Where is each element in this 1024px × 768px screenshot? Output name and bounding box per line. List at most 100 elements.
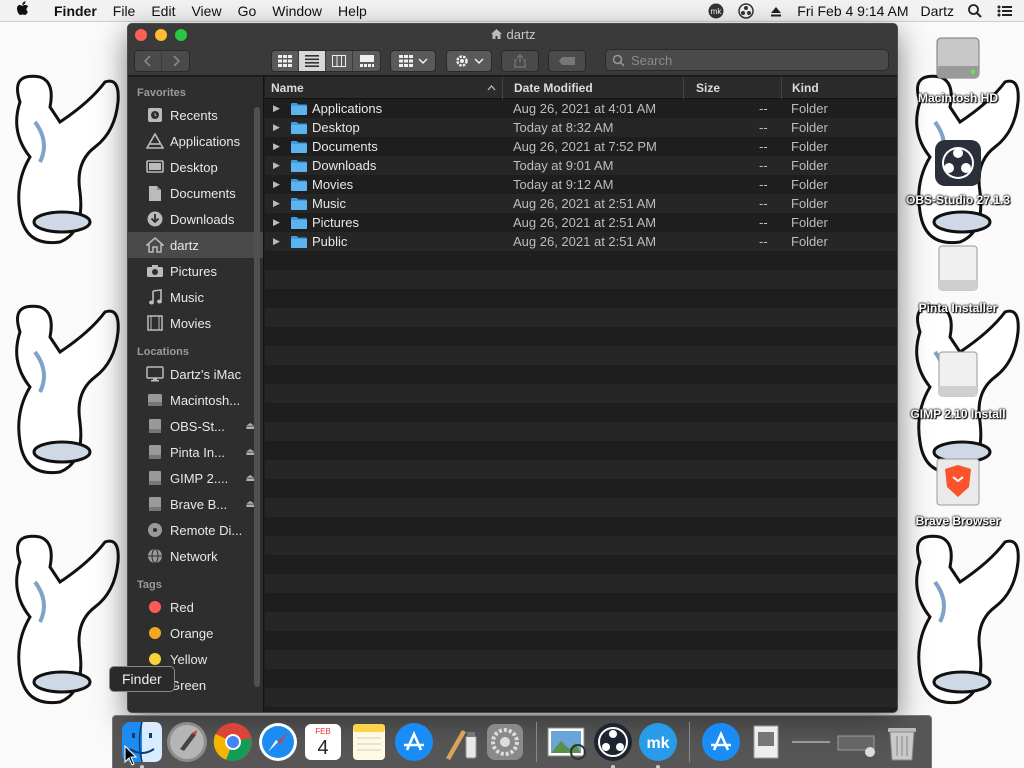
disclosure-triangle-icon[interactable]: ▶ [273,217,291,228]
menu-app-name[interactable]: Finder [46,3,105,19]
folder-icon [291,236,307,248]
column-view-button[interactable] [326,51,353,71]
menu-user[interactable]: Dartz [921,3,954,19]
sidebar-item-pictures[interactable]: Pictures [128,258,263,284]
sidebar-tag-red[interactable]: Red [128,594,263,620]
column-header-name[interactable]: Name [265,77,503,99]
table-row[interactable]: ▶ Music Aug 26, 2021 at 2:51 AM -- Folder [265,194,897,213]
eject-status-icon[interactable] [767,2,785,20]
table-row[interactable]: ▶ Downloads Today at 9:01 AM -- Folder [265,156,897,175]
dock-launchpad[interactable] [165,720,208,764]
disclosure-triangle-icon[interactable]: ▶ [273,198,291,209]
group-by-button[interactable] [390,50,436,72]
column-header-date[interactable]: Date Modified [503,77,684,99]
desktop-icon-obs-studio[interactable]: OBS-Studio 27.1.3 [903,138,1013,207]
share-button[interactable] [501,50,539,72]
dock-chrome[interactable] [211,720,254,764]
sidebar-item-brave-browser[interactable]: Brave B... ⏏ [128,491,263,517]
apple-icon[interactable] [0,0,46,21]
sidebar-item-movies[interactable]: Movies [128,310,263,336]
dock-mk[interactable]: mk [636,720,679,768]
icon-view-button[interactable] [272,51,299,71]
desktop-icon-brave-browser[interactable]: Brave Browser [903,455,1013,528]
column-header-size[interactable]: Size [684,77,782,99]
applications-icon [145,132,165,150]
menu-window[interactable]: Window [264,3,330,19]
sidebar-item-recents[interactable]: Recents [128,102,263,128]
sidebar-item-dartz[interactable]: dartz [128,232,263,258]
chevron-right-icon [172,55,180,67]
menu-go[interactable]: Go [230,3,265,19]
sidebar-item-imac[interactable]: Dartz's iMac [128,361,263,387]
list-view-button[interactable] [299,51,326,71]
disclosure-triangle-icon[interactable]: ▶ [273,141,291,152]
sidebar-tag-orange[interactable]: Orange [128,620,263,646]
sidebar-item-obs-studio[interactable]: OBS-St... ⏏ [128,413,263,439]
desktop-icon-gimp-install[interactable]: GIMP 2.10 Install [903,348,1013,421]
gallery-view-button[interactable] [353,51,380,71]
notification-center-icon[interactable] [996,2,1014,20]
desktop-icon-pinta-installer[interactable]: Pinta Installer [903,242,1013,315]
disclosure-triangle-icon[interactable]: ▶ [273,103,291,114]
dock-documents-stack[interactable] [744,720,787,764]
sidebar-item-network[interactable]: Network [128,543,263,569]
dock-app-store[interactable] [392,720,435,764]
menu-clock[interactable]: Fri Feb 4 9:14 AM [797,3,908,19]
sidebar-item-label: OBS-St... [170,418,225,434]
sidebar-item-applications[interactable]: Applications [128,128,263,154]
dock-preview-tools[interactable] [438,720,481,764]
disclosure-triangle-icon[interactable]: ▶ [273,179,291,190]
disclosure-triangle-icon[interactable]: ▶ [273,160,291,171]
column-header-kind[interactable]: Kind [782,77,897,99]
menu-edit[interactable]: Edit [143,3,183,19]
dock-safari[interactable] [256,720,299,764]
search-field[interactable] [605,49,889,71]
sidebar-item-music[interactable]: Music [128,284,263,310]
dock-obs[interactable] [591,720,634,768]
table-row[interactable]: ▶ Movies Today at 9:12 AM -- Folder [265,175,897,194]
dock-system-preferences[interactable] [483,720,526,764]
menu-file[interactable]: File [105,3,144,19]
sidebar-section-locations: Locations [137,346,189,358]
back-button[interactable] [135,51,162,71]
sidebar-scrollbar[interactable] [254,107,260,687]
table-row[interactable]: ▶ Public Aug 26, 2021 at 2:51 AM -- Folder [265,232,897,251]
action-menu-button[interactable] [446,50,492,72]
dock-downloads-stack[interactable] [790,720,833,764]
forward-button[interactable] [162,51,189,71]
sidebar-item-pinta-installer[interactable]: Pinta In... ⏏ [128,439,263,465]
sidebar-item-gimp-install[interactable]: GIMP 2.... ⏏ [128,465,263,491]
dock-notes[interactable] [347,720,390,764]
title-bar[interactable]: dartz [128,24,897,76]
empty-row [265,289,897,308]
preview-icon [547,727,587,760]
empty-row [265,479,897,498]
sidebar-item-desktop[interactable]: Desktop [128,154,263,180]
search-input[interactable] [631,52,871,68]
menu-help[interactable]: Help [330,3,375,19]
disclosure-triangle-icon[interactable]: ▶ [273,236,291,247]
desktop-icon-macintosh-hd[interactable]: Macintosh HD [903,30,1013,105]
tags-button[interactable] [548,50,586,72]
sidebar-item-documents[interactable]: Documents [128,180,263,206]
table-row[interactable]: ▶ Desktop Today at 8:32 AM -- Folder [265,118,897,137]
table-row[interactable]: ▶ Applications Aug 26, 2021 at 4:01 AM -- Fo… [265,99,897,118]
dock-calendar[interactable]: FEB 4 [302,720,345,764]
menu-view[interactable]: View [183,3,229,19]
dock-applications-stack[interactable] [699,720,742,764]
app-store-icon [395,723,434,761]
view-mode-switcher [271,50,381,72]
dock-preview[interactable] [546,720,589,764]
sidebar-item-downloads[interactable]: Downloads [128,206,263,232]
table-row[interactable]: ▶ Documents Aug 26, 2021 at 7:52 PM -- Folde… [265,137,897,156]
dock-trash[interactable] [880,720,923,764]
trash-icon [888,728,917,761]
dock-installer-stack[interactable] [835,720,878,764]
sidebar-item-macintosh-hd[interactable]: Macintosh... [128,387,263,413]
disclosure-triangle-icon[interactable]: ▶ [273,122,291,133]
sidebar-item-remote-disc[interactable]: Remote Di... [128,517,263,543]
obs-status-icon[interactable] [737,2,755,20]
mk-status-icon[interactable]: mk [707,2,725,20]
table-row[interactable]: ▶ Pictures Aug 26, 2021 at 2:51 AM -- Folder [265,213,897,232]
spotlight-search-icon[interactable] [966,2,984,20]
